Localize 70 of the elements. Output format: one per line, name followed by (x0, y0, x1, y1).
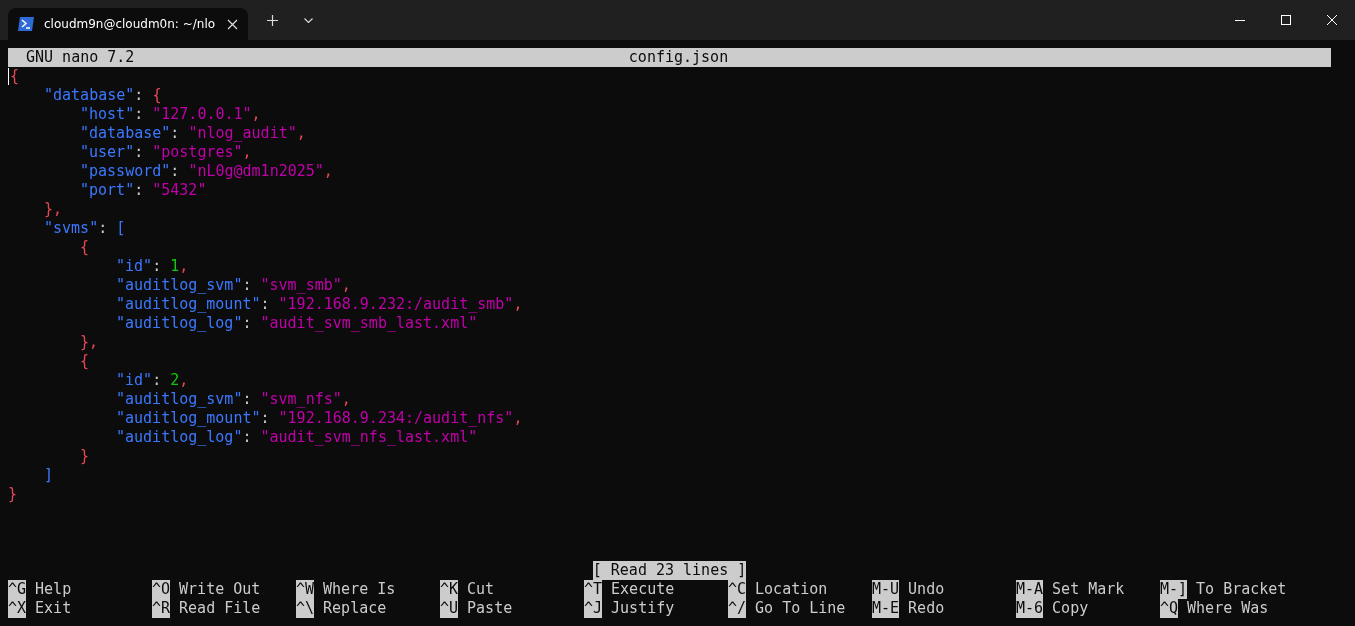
app-version: GNU nano 7.2 (26, 48, 136, 67)
code-line: "id": 1, (116, 257, 189, 276)
shortcut-label: Where Was (1187, 599, 1269, 618)
code-line: "password": "nL0g@dm1n2025", (80, 162, 333, 181)
file-name: config.json (628, 48, 729, 67)
shortcut-label: Replace (323, 599, 387, 618)
shortcut-key: ^K (440, 580, 459, 599)
shortcut-key: M-U (872, 580, 900, 599)
terminal-icon (18, 17, 34, 31)
shortcut-label: Where Is (323, 580, 396, 599)
shortcut-key: ^C (728, 580, 747, 599)
shortcut-key: M-E (872, 599, 900, 618)
code-line: { (80, 238, 90, 257)
code-line: } (80, 447, 90, 466)
shortcut-label: Cut (467, 580, 495, 599)
shortcut-key: ^O (152, 580, 171, 599)
shortcut-label: Exit (35, 599, 72, 618)
shortcut-label: Redo (908, 599, 945, 618)
shortcut-label: Execute (611, 580, 675, 599)
shortcut-key: ^Q (1160, 599, 1179, 618)
code-line: "auditlog_mount": "192.168.9.232:/audit_smb", (116, 295, 523, 314)
code-line: { (80, 352, 90, 371)
shortcut-label: Paste (467, 599, 513, 618)
shortcut-key: M-6 (1016, 599, 1044, 618)
code-line: "auditlog_svm": "svm_smb", (116, 276, 351, 295)
code-line: } (8, 485, 18, 504)
shortcut-key: ^W (296, 580, 315, 599)
code-line: "auditlog_svm": "svm_nfs", (116, 390, 351, 409)
shortcut-label: Copy (1052, 599, 1089, 618)
close-icon[interactable] (1327, 15, 1337, 25)
minimize-icon[interactable] (1235, 19, 1245, 21)
shortcut-label: Write Out (179, 580, 261, 599)
shortcut-label: Go To Line (755, 599, 846, 618)
shortcut-key: ^T (584, 580, 603, 599)
shortcut-key: ^\ (296, 599, 315, 618)
code-line: "auditlog_mount": "192.168.9.234:/audit_nfs", (116, 409, 523, 428)
shortcut-label: Undo (908, 580, 945, 599)
code-line: "auditlog_log": "audit_svm_nfs_last.xml" (116, 428, 478, 447)
terminal-tab[interactable]: cloudm9n@cloudm0n: ~/nlo (8, 8, 248, 40)
shortcut-key: ^J (584, 599, 603, 618)
code-line: "port": "5432" (80, 181, 207, 200)
code-line: }, (44, 200, 63, 219)
shortcut-key: M-] (1160, 580, 1188, 599)
code-line: ] (44, 466, 54, 485)
text-cursor (8, 68, 9, 85)
close-tab-icon[interactable] (227, 18, 238, 30)
code-line: }, (80, 333, 99, 352)
code-line: "database": "nlog_audit", (80, 124, 306, 143)
maximize-icon[interactable] (1281, 15, 1291, 25)
shortcut-key: ^/ (728, 599, 747, 618)
code-line: "user": "postgres", (80, 143, 252, 162)
shortcut-label: Set Mark (1052, 580, 1125, 599)
tab-title: cloudm9n@cloudm0n: ~/nlo (44, 17, 217, 31)
status-message: [ Read 23 lines ] (592, 561, 747, 580)
code-line: "database": { (44, 86, 162, 105)
code-line: "host": "127.0.0.1", (80, 105, 261, 124)
shortcut-label: Location (755, 580, 828, 599)
shortcut-label: Justify (611, 599, 675, 618)
code-line: { (10, 67, 20, 86)
code-line: "auditlog_log": "audit_svm_smb_last.xml" (116, 314, 478, 333)
shortcut-label: Read File (179, 599, 261, 618)
code-line: "svms": [ (44, 219, 126, 238)
shortcut-key: ^R (152, 599, 171, 618)
shortcut-key: ^U (440, 599, 459, 618)
shortcut-label: Help (35, 580, 72, 599)
shortcut-key: ^X (8, 599, 27, 618)
shortcut-label: To Bracket (1196, 580, 1287, 599)
shortcut-key: ^G (8, 580, 27, 599)
shortcut-key: M-A (1016, 580, 1044, 599)
code-line: "id": 2, (116, 371, 189, 390)
